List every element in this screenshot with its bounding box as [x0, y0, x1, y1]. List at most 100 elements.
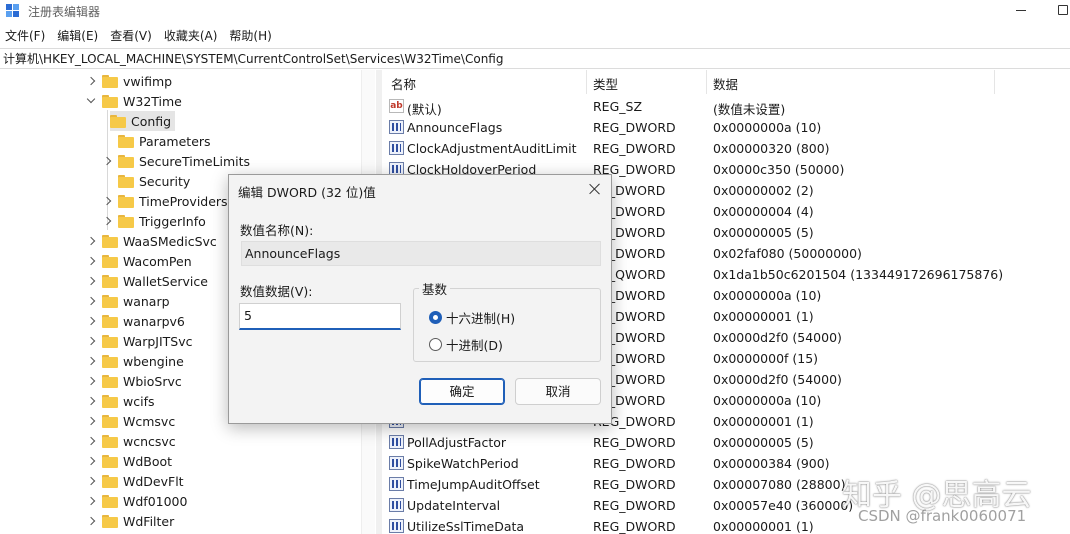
chevron-right-icon[interactable] — [86, 296, 96, 306]
tree-item-label[interactable]: WdBoot — [123, 454, 172, 469]
tree-item[interactable]: Wdf01000 — [86, 491, 187, 511]
tree-item[interactable]: WdFilter — [86, 511, 174, 531]
menu-view[interactable]: 查看(V) — [104, 27, 158, 44]
tree-item-label[interactable]: wcifs — [123, 394, 154, 409]
chevron-right-icon[interactable] — [86, 476, 96, 486]
list-row[interactable]: PollAdjustFactor REG_DWORD 0x00000005 (5) — [383, 432, 1070, 453]
value-name[interactable]: UtilizeSslTimeData — [407, 519, 524, 534]
chevron-right-icon[interactable] — [86, 356, 96, 366]
tree-item[interactable]: vwifimp — [86, 71, 172, 91]
tree-item-label[interactable]: vwifimp — [123, 74, 172, 89]
list-row[interactable]: ClockAdjustmentAuditLimit REG_DWORD 0x0000… — [383, 138, 1070, 159]
value-name[interactable]: TimeJumpAuditOffset — [407, 477, 540, 492]
radio-dec[interactable]: 十进制(D) — [429, 335, 503, 354]
chevron-right-icon[interactable] — [86, 436, 96, 446]
tree-item[interactable]: SecureTimeLimits — [102, 151, 250, 171]
value-name[interactable]: SpikeWatchPeriod — [407, 456, 519, 471]
chevron-right-icon[interactable] — [86, 416, 96, 426]
tree-item[interactable]: Parameters — [102, 131, 211, 151]
tree-item-label[interactable]: Security — [139, 174, 190, 189]
tree-item-label[interactable]: WdFilter — [123, 514, 174, 529]
tree-item[interactable]: WarpJITSvc — [86, 331, 193, 351]
chevron-right-icon[interactable] — [86, 76, 96, 86]
tree-item-label[interactable]: wanarpv6 — [123, 314, 185, 329]
tree-item[interactable]: wcifs — [86, 391, 154, 411]
tree-item[interactable]: wbengine — [86, 351, 184, 371]
chevron-right-icon[interactable] — [86, 236, 96, 246]
value-data-input[interactable]: 5 — [239, 303, 401, 330]
column-header-name[interactable]: 名称 — [391, 74, 416, 92]
tree-item-label[interactable]: Parameters — [139, 134, 211, 149]
list-row[interactable]: ab (默认) REG_SZ (数值未设置) — [383, 96, 1070, 117]
tree-item[interactable]: WaaSMedicSvc — [86, 231, 217, 251]
value-name[interactable]: UpdateInterval — [407, 498, 500, 513]
tree-item-label[interactable]: Wdf01000 — [123, 494, 187, 509]
tree-item-label[interactable]: WbioSrvc — [123, 374, 182, 389]
tree-item-label[interactable]: wcncsvc — [123, 434, 176, 449]
cancel-button[interactable]: 取消 — [515, 378, 601, 405]
chevron-right-icon[interactable] — [86, 516, 96, 526]
chevron-right-icon[interactable] — [86, 256, 96, 266]
value-name[interactable]: ClockAdjustmentAuditLimit — [407, 141, 577, 156]
value-name[interactable]: AnnounceFlags — [407, 120, 502, 135]
radio-hex[interactable]: 十六进制(H) — [429, 308, 515, 327]
tree-item-label[interactable]: TimeProviders — [139, 194, 228, 209]
address-bar[interactable]: 计算机\HKEY_LOCAL_MACHINE\SYSTEM\CurrentCon… — [0, 48, 1070, 69]
radio-dec-label[interactable]: 十进制(D) — [446, 335, 503, 354]
tree-item-label[interactable]: WacomPen — [123, 254, 192, 269]
chevron-right-icon[interactable] — [86, 336, 96, 346]
tree-item[interactable]: W32Time — [86, 91, 182, 111]
chevron-right-icon[interactable] — [86, 376, 96, 386]
chevron-right-icon[interactable] — [86, 396, 96, 406]
chevron-right-icon[interactable] — [86, 316, 96, 326]
tree-item-label[interactable]: Wcmsvc — [123, 414, 175, 429]
tree-item-label[interactable]: W32Time — [123, 94, 182, 109]
tree-item-label[interactable]: WdDevFlt — [123, 474, 184, 489]
address-path[interactable]: 计算机\HKEY_LOCAL_MACHINE\SYSTEM\CurrentCon… — [3, 50, 503, 67]
close-icon[interactable] — [587, 181, 603, 197]
tree-item[interactable]: WalletService — [86, 271, 208, 291]
chevron-right-icon[interactable] — [86, 496, 96, 506]
value-name[interactable]: PollAdjustFactor — [407, 435, 506, 450]
column-header-data[interactable]: 数据 — [713, 74, 738, 92]
tree-item-label[interactable]: WarpJITSvc — [123, 334, 193, 349]
chevron-right-icon[interactable] — [102, 156, 112, 166]
radio-dec-icon[interactable] — [429, 338, 442, 351]
tree-item-label[interactable]: TriggerInfo — [139, 214, 206, 229]
radio-hex-label[interactable]: 十六进制(H) — [446, 308, 515, 327]
tree-item[interactable]: wanarpv6 — [86, 311, 185, 331]
tree-item[interactable]: TimeProviders — [102, 191, 228, 211]
menu-file[interactable]: 文件(F) — [0, 27, 51, 44]
chevron-right-icon[interactable] — [86, 276, 96, 286]
menu-edit[interactable]: 编辑(E) — [51, 27, 104, 44]
chevron-right-icon[interactable] — [102, 196, 112, 206]
menu-favorites[interactable]: 收藏夹(A) — [158, 27, 224, 44]
tree-item-label[interactable]: wanarp — [123, 294, 170, 309]
tree-item[interactable]: Security — [102, 171, 190, 191]
minimize-icon[interactable] — [1016, 10, 1026, 11]
maximize-icon[interactable] — [1058, 5, 1068, 15]
menu-help[interactable]: 帮助(H) — [223, 27, 277, 44]
chevron-down-icon[interactable] — [86, 96, 96, 106]
tree-item[interactable]: Config — [110, 111, 176, 131]
value-name[interactable]: (默认) — [407, 99, 442, 118]
tree-item-label[interactable]: WalletService — [123, 274, 208, 289]
ok-button[interactable]: 确定 — [419, 378, 505, 405]
tree-item[interactable]: WbioSrvc — [86, 371, 182, 391]
tree-item-label[interactable]: Config — [131, 114, 171, 129]
tree-item[interactable]: wanarp — [86, 291, 170, 311]
radio-hex-icon[interactable] — [429, 311, 442, 324]
tree-item[interactable]: wcncsvc — [86, 431, 176, 451]
tree-item[interactable]: WacomPen — [86, 251, 192, 271]
tree-item[interactable]: TriggerInfo — [102, 211, 206, 231]
tree-item-label[interactable]: wbengine — [123, 354, 184, 369]
column-header-type[interactable]: 类型 — [593, 74, 618, 92]
list-row[interactable]: AnnounceFlags REG_DWORD 0x0000000a (10) — [383, 117, 1070, 138]
tree-item-label[interactable]: WaaSMedicSvc — [123, 234, 217, 249]
chevron-right-icon[interactable] — [86, 456, 96, 466]
chevron-right-icon[interactable] — [102, 216, 112, 226]
tree-item[interactable]: WdDevFlt — [86, 471, 184, 491]
tree-item-label[interactable]: SecureTimeLimits — [139, 154, 250, 169]
tree-item[interactable]: WdBoot — [86, 451, 172, 471]
tree-item[interactable]: Wcmsvc — [86, 411, 175, 431]
